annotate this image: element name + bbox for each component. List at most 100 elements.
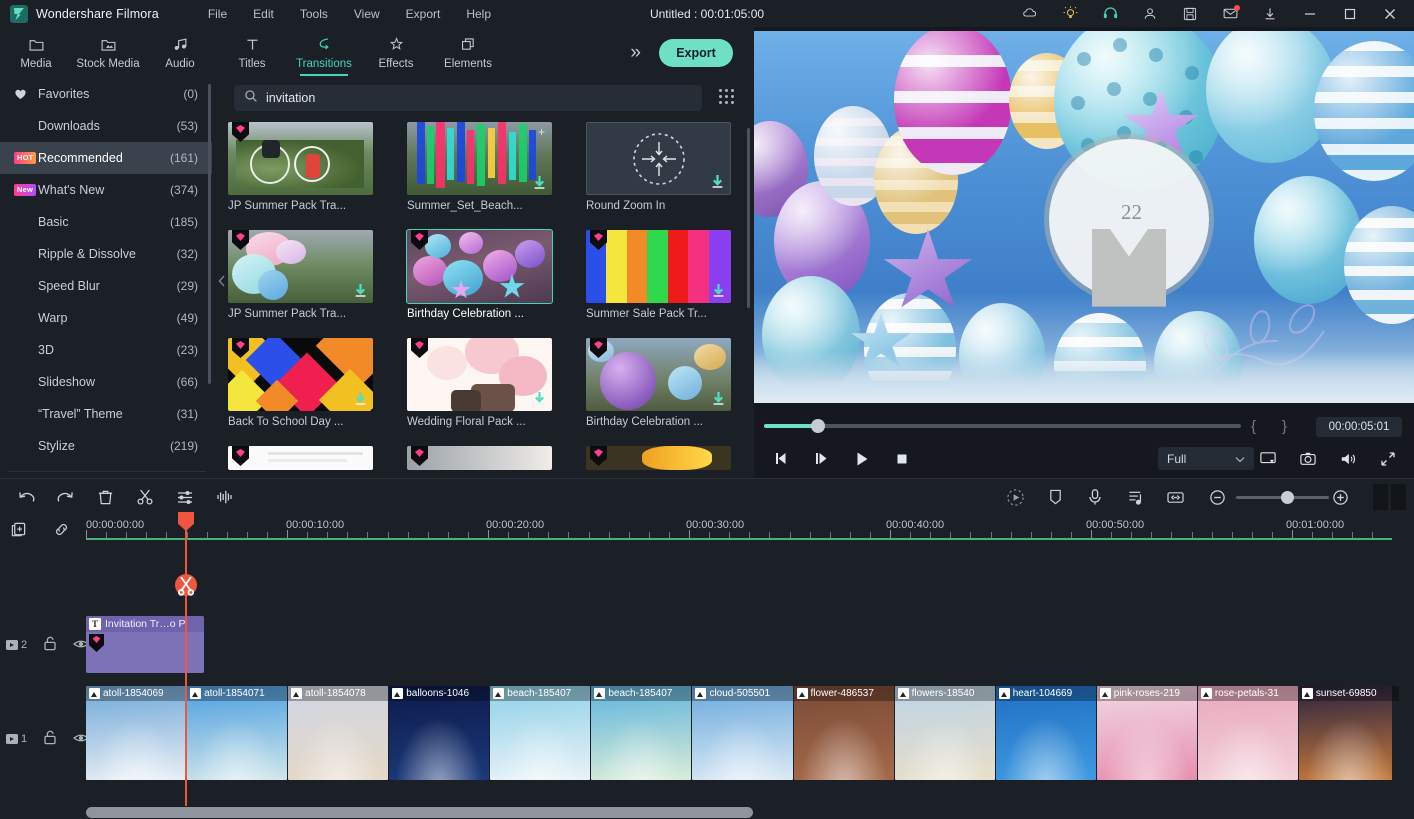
sidebar-item-ripple-dissolve[interactable]: Ripple & Dissolve (32) [0,238,212,270]
tab-audio[interactable]: Audio [144,27,216,78]
download-icon[interactable] [354,283,367,298]
timeline-clip-video[interactable]: cloud-505501 [692,686,793,780]
collapse-panel-icon[interactable] [216,268,228,294]
timeline-clip-video[interactable]: atoll-1854069 [86,686,187,780]
next-frame-button[interactable] [802,439,842,478]
track-header-text[interactable]: 2 [0,636,90,654]
menu-item-file[interactable]: File [195,4,240,24]
download-icon[interactable] [354,391,367,406]
sidebar-item-travel-theme[interactable]: “Travel” Theme (31) [0,398,212,430]
add-track-icon[interactable] [9,520,27,538]
sidebar-item-warp[interactable]: Warp (49) [0,302,212,334]
timeline-clip-video[interactable]: sunset-69850 [1298,686,1399,780]
tab-elements[interactable]: Elements [432,27,504,78]
transition-thumbnail[interactable] [586,446,731,470]
timeline-clip-video[interactable]: balloons-1046 [389,686,490,780]
split-marker-icon[interactable] [173,572,199,602]
menu-item-tools[interactable]: Tools [287,4,341,24]
transition-item[interactable]: Back To School Day ... [228,338,373,428]
volume-icon[interactable] [1328,439,1368,478]
fullscreen-icon[interactable] [1368,439,1408,478]
transition-thumbnail[interactable] [228,446,373,470]
zoom-in-button[interactable] [1326,483,1354,511]
undo-button[interactable] [12,483,40,511]
transition-thumbnail[interactable] [228,338,373,411]
seek-handle[interactable] [811,419,825,433]
timeline-clip-video[interactable]: pink-roses-219 [1096,686,1197,780]
search-input[interactable] [266,91,692,105]
transition-item[interactable] [586,446,731,470]
timeline-clip-video[interactable]: rose-petals-31 [1197,686,1298,780]
transition-thumbnail[interactable] [407,446,552,470]
menu-item-help[interactable]: Help [453,4,504,24]
mark-out-button[interactable]: } [1282,418,1287,435]
display-settings-icon[interactable] [1248,439,1288,478]
download-icon[interactable] [712,283,725,298]
more-tabs-button[interactable]: » [624,39,647,66]
sidebar-item-speed-blur[interactable]: Speed Blur (29) [0,270,212,302]
sidebar-item-slideshow[interactable]: Slideshow (66) [0,366,212,398]
transition-item[interactable]: Wedding Floral Pack ... [407,338,552,428]
record-voiceover-button[interactable] [1081,483,1109,511]
search-bar[interactable] [234,85,702,111]
play-button[interactable] [842,439,882,478]
unlock-icon[interactable] [43,730,57,748]
mail-icon[interactable] [1210,0,1250,27]
transition-item[interactable] [407,446,552,470]
sidebar-item-whats-new[interactable]: New What's New (374) [0,174,212,206]
export-button[interactable]: Export [659,38,733,67]
download-icon[interactable] [533,175,546,190]
sidebar-scrollbar[interactable] [208,84,211,384]
download-icon[interactable] [533,391,546,406]
timeline-clip-video[interactable]: atoll-1854078 [288,686,389,780]
track-header-video[interactable]: 1 [0,730,90,748]
transition-thumbnail[interactable] [586,338,731,411]
sidebar-item-favorites[interactable]: Favorites (0) [0,78,212,110]
menu-item-view[interactable]: View [341,4,393,24]
download-icon[interactable] [711,174,724,189]
redo-button[interactable] [51,483,79,511]
grid-view-toggle[interactable] [718,88,736,106]
tab-media[interactable]: Media [0,27,72,78]
menu-item-edit[interactable]: Edit [240,4,287,24]
preview-seek-slider[interactable] [764,419,1241,433]
audio-waveform-button[interactable] [211,483,239,511]
zoom-out-button[interactable] [1203,483,1231,511]
delete-button[interactable] [91,483,119,511]
tab-stock-media[interactable]: Stock Media [72,27,144,78]
transition-thumbnail[interactable] [228,230,373,303]
transition-item[interactable]: + Summer_Set_Beach... [407,122,552,212]
preview-timecode[interactable]: 00:00:05:01 [1316,417,1402,437]
split-button[interactable] [131,483,159,511]
timeline-clip-video[interactable]: atoll-1854071 [187,686,288,780]
minimize-icon[interactable] [1290,0,1330,27]
fit-timeline-button[interactable] [1161,483,1189,511]
headset-icon[interactable] [1090,0,1130,27]
transition-thumbnail[interactable]: + [407,122,552,195]
timeline-horizontal-scrollbar[interactable] [86,807,753,818]
cloud-icon[interactable] [1010,0,1050,27]
save-icon[interactable] [1170,0,1210,27]
transition-item[interactable]: Birthday Celebration ... [586,338,731,428]
transition-item[interactable]: Round Zoom In [586,122,731,212]
timeline-zoom-slider[interactable] [1236,491,1329,504]
lightbulb-icon[interactable] [1050,0,1090,27]
tab-effects[interactable]: Effects [360,27,432,78]
maximize-icon[interactable] [1330,0,1370,27]
transition-item[interactable]: JP Summer Pack Tra... [228,122,373,212]
transition-item-selected[interactable]: Birthday Celebration ... [406,229,553,320]
sidebar-item-downloads[interactable]: Downloads (53) [0,110,212,142]
menu-item-export[interactable]: Export [393,4,454,24]
snapshot-icon[interactable] [1288,439,1328,478]
transition-item[interactable] [228,446,373,470]
tab-titles[interactable]: Titles [216,27,288,78]
grid-scrollbar[interactable] [747,128,750,308]
account-icon[interactable] [1130,0,1170,27]
timeline-clip-video[interactable]: heart-104669 [995,686,1096,780]
sidebar-item-recommended[interactable]: HOT Recommended (161) [0,142,212,174]
unlock-icon[interactable] [43,636,57,654]
audio-mixer-button[interactable] [1121,483,1149,511]
timeline-clip-video[interactable]: beach-185407 [591,686,692,780]
timeline-clip-video[interactable]: flower-486537 [793,686,894,780]
transition-thumbnail[interactable] [407,338,552,411]
